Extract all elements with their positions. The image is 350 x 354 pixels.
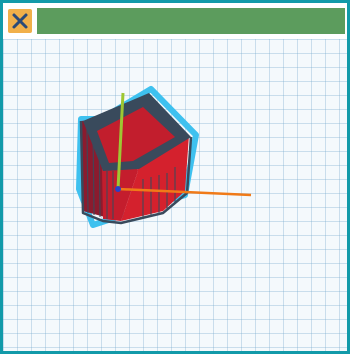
- 3d-viewport[interactable]: [3, 39, 347, 351]
- close-icon: [12, 13, 28, 29]
- close-button[interactable]: [8, 9, 32, 33]
- app-window: [0, 0, 350, 354]
- axis-origin: [115, 186, 121, 192]
- 3d-scene: [76, 86, 252, 228]
- title-bar-fill: [37, 8, 345, 34]
- title-bar: [3, 3, 347, 39]
